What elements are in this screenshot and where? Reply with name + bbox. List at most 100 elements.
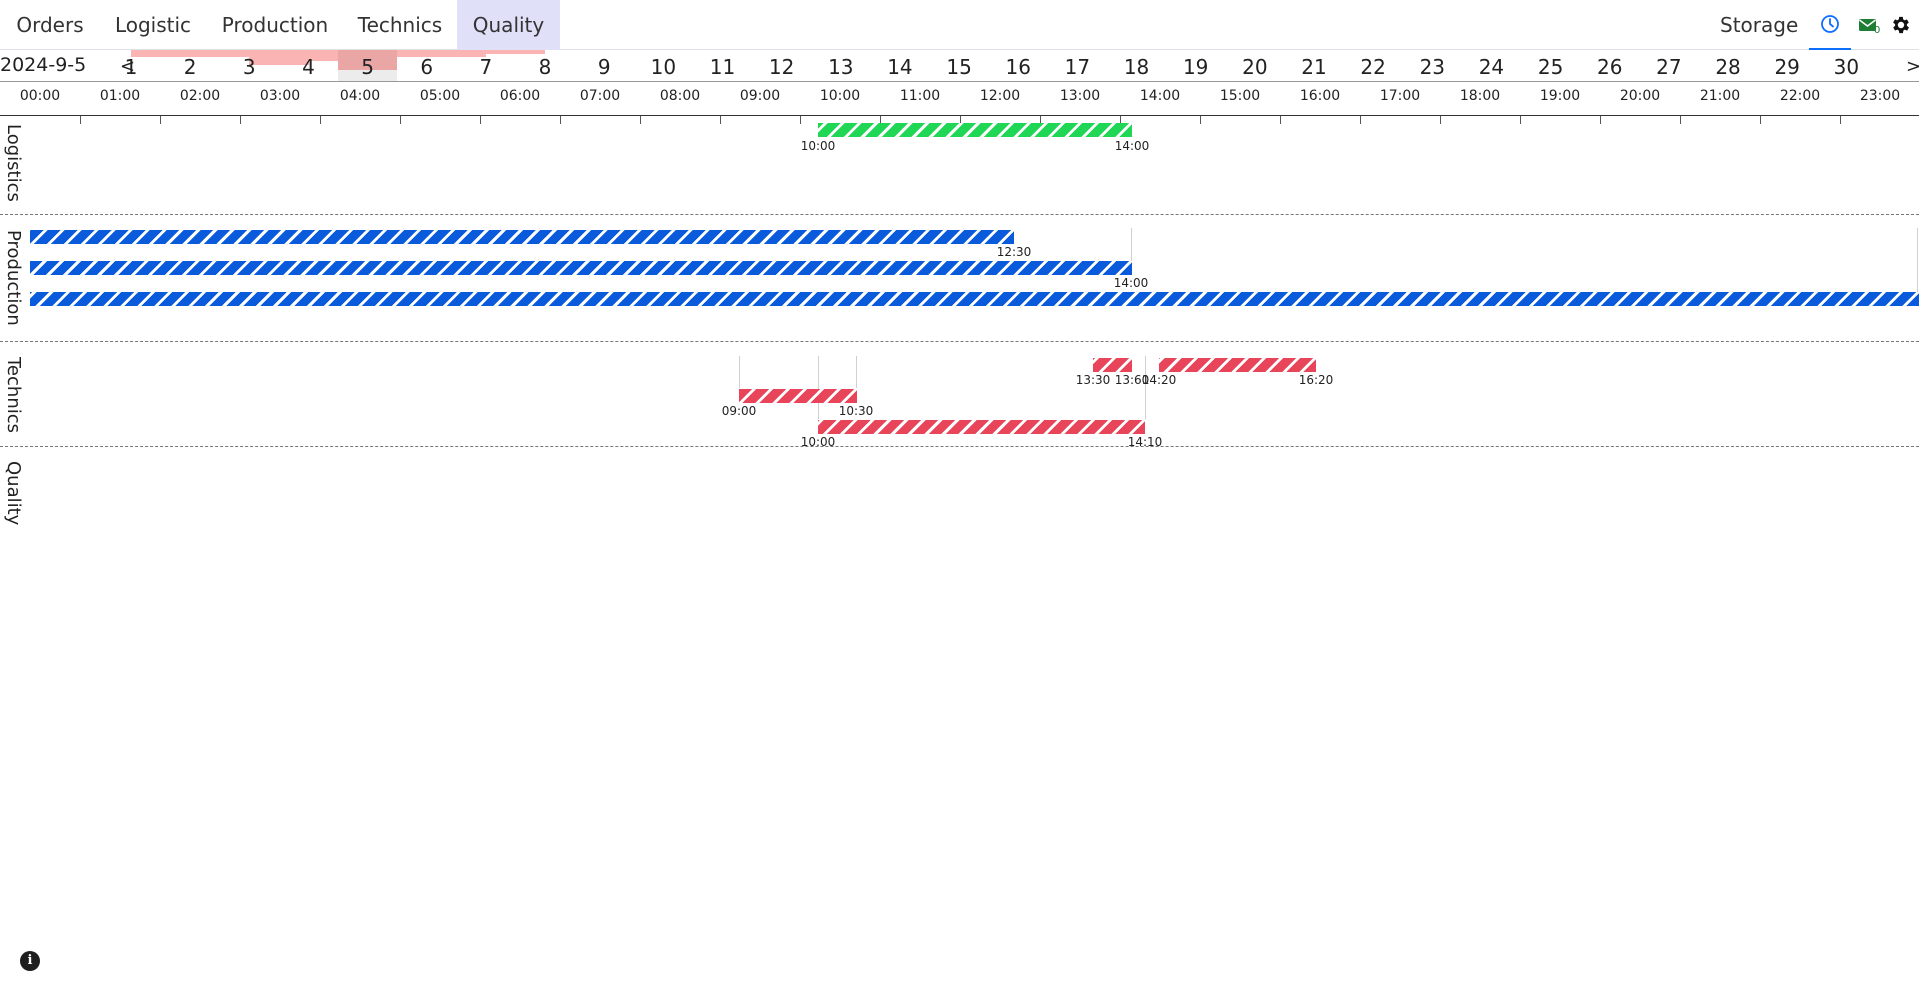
- hour-label: 01:00: [99, 88, 141, 104]
- day-27[interactable]: 27: [1639, 50, 1698, 81]
- gear-icon: [1893, 16, 1909, 34]
- day-24[interactable]: 24: [1462, 50, 1521, 81]
- hour-label: 15:00: [1219, 88, 1261, 104]
- tab-logistic[interactable]: Logistic: [100, 0, 206, 50]
- lane-label-logistics: Logistics: [3, 124, 24, 202]
- day-label: 13: [828, 55, 854, 79]
- bar-end-time: 12:30: [996, 245, 1032, 259]
- day-6[interactable]: 6: [397, 50, 456, 81]
- day-28[interactable]: 28: [1699, 50, 1758, 81]
- day-25[interactable]: 25: [1521, 50, 1580, 81]
- settings-button[interactable]: [1886, 0, 1916, 50]
- current-date: 2024-9-5: [0, 54, 87, 76]
- day-8[interactable]: 8: [516, 50, 575, 81]
- hour-label: 04:00: [339, 88, 381, 104]
- day-label: 16: [1005, 55, 1031, 79]
- day-label: 6: [420, 55, 434, 79]
- day-9[interactable]: 9: [575, 50, 634, 81]
- lane-label-quality: Quality: [3, 461, 24, 526]
- day-12[interactable]: 12: [752, 50, 811, 81]
- production-task-bar[interactable]: [30, 292, 1919, 306]
- tab-technics[interactable]: Technics: [344, 0, 456, 50]
- day-1[interactable]: 1: [102, 50, 161, 81]
- hour-label: 10:00: [819, 88, 861, 104]
- day-label: 10: [650, 55, 677, 79]
- mail-button[interactable]: 0: [1855, 0, 1885, 50]
- day-2[interactable]: 2: [161, 50, 220, 81]
- day-4[interactable]: 4: [279, 50, 338, 81]
- hour-label: 22:00: [1779, 88, 1821, 104]
- date-row: 2024-9-5 < 1 2 3 4 5 6 7 8 9 10 11 12 13 14 15 16 17 18 19…: [0, 50, 1919, 82]
- technics-task-bar[interactable]: [739, 389, 857, 403]
- time-marker-line: [1917, 228, 1918, 298]
- day-21[interactable]: 21: [1285, 50, 1344, 81]
- day-label: 20: [1242, 55, 1268, 79]
- day-label: 8: [538, 55, 552, 79]
- day-23[interactable]: 23: [1403, 50, 1462, 81]
- day-29[interactable]: 29: [1758, 50, 1817, 81]
- day-13[interactable]: 13: [811, 50, 870, 81]
- day-26[interactable]: 26: [1580, 50, 1639, 81]
- time-marker-line: [856, 356, 857, 388]
- hour-axis: 00:00 01:00 02:00 03:00 04:00 05:00 06:00 07:00…: [0, 82, 1919, 116]
- hour-label: 20:00: [1619, 88, 1661, 104]
- hour-label: 21:00: [1699, 88, 1741, 104]
- production-task-bar[interactable]: [30, 261, 1132, 275]
- hour-tick: [1760, 116, 1761, 124]
- lane-label-technics: Technics: [3, 357, 24, 433]
- hour-label: 03:00: [259, 88, 301, 104]
- storage-link[interactable]: Storage: [1720, 0, 1798, 50]
- day-5[interactable]: 5: [338, 50, 398, 81]
- technics-task-bar[interactable]: [1159, 358, 1316, 372]
- day-20[interactable]: 20: [1225, 50, 1284, 81]
- day-3[interactable]: 3: [220, 50, 279, 81]
- time-marker-line: [739, 356, 740, 388]
- technics-task-bar[interactable]: [818, 420, 1145, 434]
- hour-tick: [1440, 116, 1441, 124]
- day-label: 24: [1478, 55, 1505, 79]
- hour-tick: [1280, 116, 1281, 124]
- technics-task-bar[interactable]: [1093, 358, 1132, 372]
- production-task-bar[interactable]: [30, 230, 1014, 244]
- day-14[interactable]: 14: [870, 50, 929, 81]
- next-month-button[interactable]: >: [1906, 56, 1919, 77]
- bar-start-time: 10:00: [800, 139, 836, 153]
- lane-divider: [0, 341, 1919, 342]
- hour-tick: [1840, 116, 1841, 124]
- hour-tick: [320, 116, 321, 124]
- day-label: 14: [887, 55, 913, 79]
- hour-label: 09:00: [739, 88, 781, 104]
- lane-divider: [0, 214, 1919, 215]
- day-7[interactable]: 7: [456, 50, 515, 81]
- day-label: 28: [1715, 55, 1741, 79]
- hour-label: 18:00: [1459, 88, 1501, 104]
- hour-tick: [560, 116, 561, 124]
- hour-label: 11:00: [899, 88, 941, 104]
- day-30[interactable]: 30: [1817, 50, 1876, 81]
- tab-orders[interactable]: Orders: [0, 0, 100, 50]
- day-15[interactable]: 15: [930, 50, 989, 81]
- tab-quality[interactable]: Quality: [457, 0, 560, 50]
- day-16[interactable]: 16: [989, 50, 1048, 81]
- day-17[interactable]: 17: [1048, 50, 1107, 81]
- day-label: 30: [1833, 55, 1860, 79]
- day-11[interactable]: 11: [693, 50, 752, 81]
- time-marker-line: [818, 356, 819, 419]
- hour-tick: [480, 116, 481, 124]
- info-icon[interactable]: i: [20, 951, 40, 971]
- tab-production[interactable]: Production: [206, 0, 344, 50]
- day-22[interactable]: 22: [1344, 50, 1403, 81]
- clock-button[interactable]: [1809, 0, 1851, 50]
- hour-label: 05:00: [419, 88, 461, 104]
- bar-end-time: 14:00: [1114, 139, 1150, 153]
- day-19[interactable]: 19: [1166, 50, 1225, 81]
- day-label: 25: [1537, 55, 1564, 79]
- day-label: 11: [709, 55, 736, 79]
- lane-divider: [0, 446, 1919, 447]
- hour-tick: [240, 116, 241, 124]
- hour-label: 17:00: [1379, 88, 1421, 104]
- mail-count-badge: 0: [1874, 25, 1881, 36]
- logistics-task-bar[interactable]: [818, 123, 1132, 137]
- day-10[interactable]: 10: [634, 50, 693, 81]
- day-18[interactable]: 18: [1107, 50, 1166, 81]
